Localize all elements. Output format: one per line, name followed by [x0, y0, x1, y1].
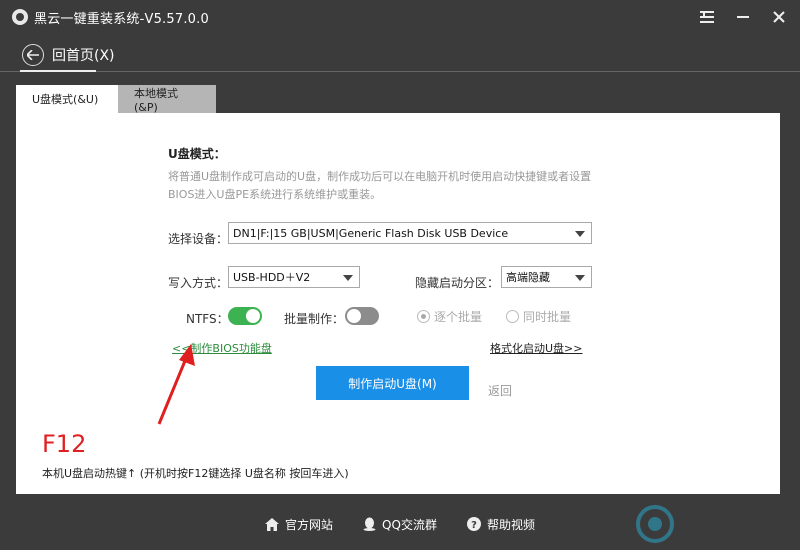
ntfs-toggle[interactable] [228, 307, 262, 325]
radio-unselected-icon [506, 310, 519, 323]
toggle-knob [347, 309, 361, 323]
chevron-down-icon [575, 275, 585, 281]
close-icon[interactable] [768, 6, 790, 28]
watermark-logo [636, 505, 674, 543]
mode-description: 将普通U盘制作成可启动的U盘，制作成功后可以在电脑开机时使用启动快捷键或者设置B… [168, 170, 592, 201]
batch-label: 批量制作： [284, 312, 345, 326]
footer-bar: 官方网站 QQ交流群 ? 帮助视频 [0, 504, 800, 544]
qq-icon [363, 517, 376, 531]
qq-group-link[interactable]: QQ交流群 [363, 516, 437, 533]
watermark-logo-icon [636, 505, 674, 543]
minimize-icon[interactable] [732, 6, 754, 28]
format-usb-link[interactable]: 格式化启动U盘>> [490, 340, 583, 356]
hidden-partition-select[interactable]: 高端隐藏 [501, 266, 592, 288]
help-icon: ? [466, 517, 481, 531]
radio-one-label: 逐个批量 [434, 310, 483, 324]
device-select-value: DN1|F:|15 GB|USM|Generic Flash Disk USB … [233, 226, 509, 240]
home-icon [265, 517, 280, 531]
hidden-partition-label: 隐藏启动分区： [415, 276, 500, 290]
main-panel: U盘模式： 将普通U盘制作成可启动的U盘，制作成功后可以在电脑开机时使用启动快捷… [16, 113, 780, 494]
settings-icon[interactable] [696, 6, 718, 28]
nav-divider [0, 71, 800, 72]
svg-text:?: ? [471, 520, 477, 531]
help-video-link[interactable]: ? 帮助视频 [466, 516, 535, 533]
make-boot-usb-button[interactable]: 制作启动U盘(M) [316, 366, 469, 400]
device-label: 选择设备： [168, 232, 229, 246]
window-controls [696, 6, 790, 28]
hotkey-hint: 本机U盘启动热键↑ (开机时按F12键选择 U盘名称 按回车进入) [42, 467, 349, 480]
ntfs-label: NTFS： [186, 312, 229, 326]
radio-selected-icon [417, 310, 430, 323]
official-site-link[interactable]: 官方网站 [265, 516, 333, 533]
device-select[interactable]: DN1|F:|15 GB|USM|Generic Flash Disk USB … [228, 222, 592, 244]
mode-tabs: U盘模式(&U) 本地模式(&P) [16, 85, 216, 114]
tab-local-mode[interactable]: 本地模式(&P) [118, 85, 216, 114]
batch-toggle[interactable] [345, 307, 379, 325]
section-title: U盘模式： [168, 147, 226, 161]
radio-one-by-one[interactable]: 逐个批量 [417, 308, 482, 325]
app-logo-icon [12, 9, 28, 25]
window-title: 黑云一键重装系统-V5.57.0.0 [34, 11, 209, 27]
official-site-label: 官方网站 [285, 517, 334, 532]
radio-all-label: 同时批量 [523, 310, 572, 324]
tab-usb-mode[interactable]: U盘模式(&U) [16, 85, 118, 113]
back-home-label: 回首页(X) [52, 48, 115, 64]
return-link[interactable]: 返回 [488, 382, 512, 399]
back-home-button[interactable]: 回首页(X) [22, 42, 115, 68]
write-mode-label: 写入方式： [168, 276, 229, 290]
nav-active-indicator [20, 70, 96, 72]
red-arrow-annotation [157, 344, 195, 425]
qq-group-label: QQ交流群 [382, 517, 437, 532]
write-mode-select[interactable]: USB-HDD＋V2 [228, 266, 360, 288]
help-video-label: 帮助视频 [486, 517, 535, 532]
hidden-partition-value: 高端隐藏 [506, 271, 550, 284]
radio-simultaneous[interactable]: 同时批量 [506, 308, 571, 325]
back-arrow-icon [22, 44, 44, 66]
title-bar: 黑云一键重装系统-V5.57.0.0 [0, 0, 800, 34]
chevron-down-icon [575, 231, 585, 237]
hotkey-key: F12 [42, 430, 87, 458]
write-mode-value: USB-HDD＋V2 [233, 271, 311, 284]
toggle-knob [246, 309, 260, 323]
chevron-down-icon [343, 275, 353, 281]
